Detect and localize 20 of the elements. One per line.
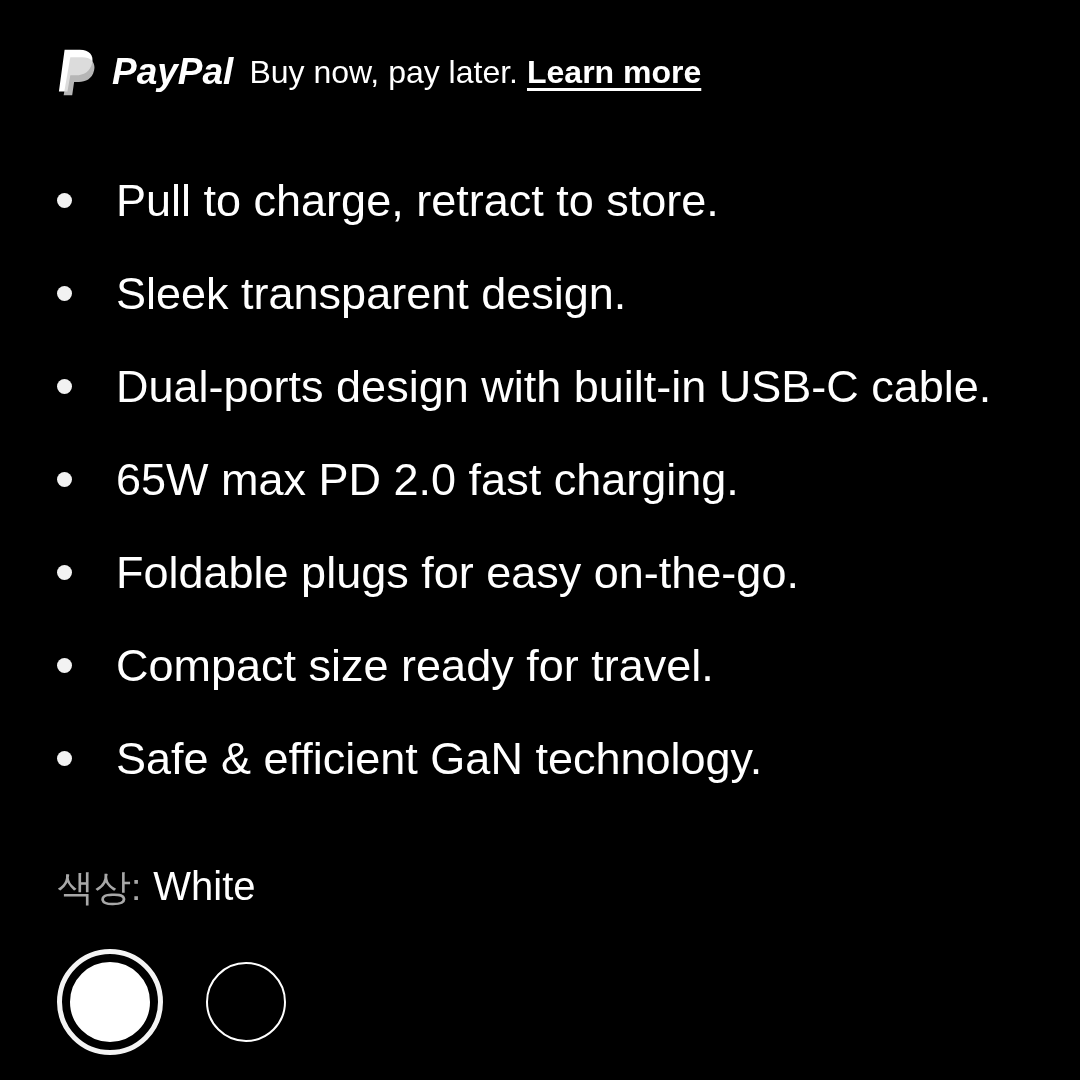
bullet-icon [57, 658, 72, 673]
learn-more-link[interactable]: Learn more [527, 53, 702, 91]
bullet-icon [57, 472, 72, 487]
color-label: 색상: [57, 866, 142, 910]
feature-text: Sleek transparent design. [116, 267, 627, 320]
bullet-icon [57, 751, 72, 766]
paypal-brand: PayPal [112, 51, 234, 93]
feature-text: Dual-ports design with built-in USB-C cable. [116, 360, 992, 413]
bullet-icon [57, 379, 72, 394]
bullet-icon [57, 193, 72, 208]
feature-text: 65W max PD 2.0 fast charging. [116, 453, 739, 506]
feature-text: Compact size ready for travel. [116, 639, 714, 692]
feature-text: Pull to charge, retract to store. [116, 174, 719, 227]
feature-text: Foldable plugs for easy on-the-go. [116, 546, 799, 599]
bullet-icon [57, 286, 72, 301]
color-value: White [153, 864, 256, 909]
banner-message: Buy now, pay later. [249, 53, 518, 91]
feature-text: Safe & efficient GaN technology. [116, 732, 763, 785]
paypal-logo-icon [57, 48, 95, 96]
bullet-icon [57, 565, 72, 580]
